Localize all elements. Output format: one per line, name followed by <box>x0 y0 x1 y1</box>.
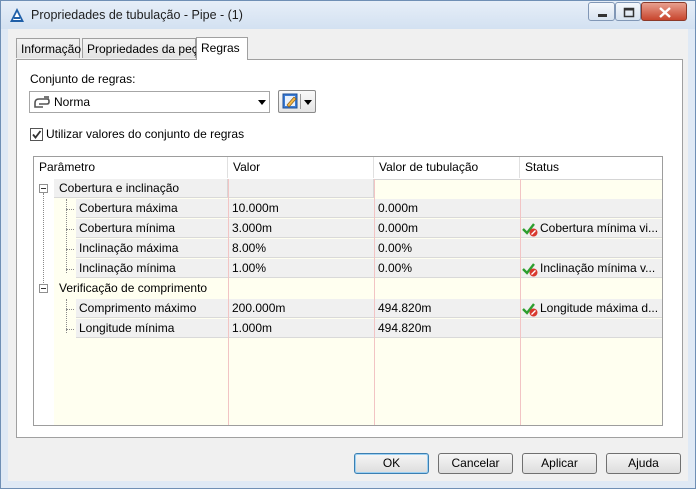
maximize-button[interactable] <box>615 2 641 21</box>
maximize-icon <box>623 7 635 18</box>
check-error-icon <box>522 263 538 277</box>
status-cell: Inclinação mínima v... <box>521 259 662 278</box>
tab-regras[interactable]: Regras <box>196 37 248 60</box>
pipe-value-cell: 0.000m <box>375 199 520 218</box>
tab-label: Propriedades da peça <box>87 42 205 56</box>
param-cell: Cobertura mínima <box>76 219 228 238</box>
status-cell <box>521 199 662 218</box>
pipe-value-cell: 494.820m <box>375 319 520 338</box>
ruleset-icon <box>34 96 50 108</box>
table-row[interactable]: Cobertura mínima 3.000m 0.000m Cobertura… <box>34 219 662 239</box>
status-text: Cobertura mínima vi... <box>540 221 659 235</box>
group-row-cobertura-inclinacao[interactable]: Cobertura e inclinação <box>34 179 662 199</box>
table-row[interactable]: Inclinação mínima 1.00% 0.00% Inclinação… <box>34 259 662 279</box>
value-cell[interactable]: 1.00% <box>229 259 374 278</box>
pipe-value-cell: 0.000m <box>375 219 520 238</box>
pipe-value-cell: 0.00% <box>375 239 520 258</box>
close-button[interactable] <box>641 2 687 21</box>
checkmark-icon <box>32 130 42 139</box>
check-error-icon <box>522 303 538 317</box>
column-header-status[interactable]: Status <box>520 157 662 178</box>
chevron-down-icon <box>304 100 312 105</box>
status-cell <box>521 239 662 258</box>
ruleset-dropdown[interactable]: Norma <box>29 91 270 113</box>
ruleset-value: Norma <box>54 95 91 109</box>
edit-ruleset-icon <box>282 93 298 109</box>
column-header-valor-tubulacao[interactable]: Valor de tubulação <box>374 157 520 178</box>
pipe-value-cell: 0.00% <box>375 259 520 278</box>
status-cell <box>521 319 662 338</box>
column-header-parametro[interactable]: Parâmetro <box>34 157 228 178</box>
param-cell: Cobertura máxima <box>76 199 228 218</box>
window-title: Propriedades de tubulação - Pipe - (1) <box>31 8 243 22</box>
dialog-client-area: Informação Propriedades da peça Regras C… <box>8 29 688 481</box>
apply-button[interactable]: Aplicar <box>522 453 597 474</box>
group-row-verificacao-comprimento[interactable]: Verificação de comprimento <box>34 279 662 299</box>
autocad-app-icon <box>10 8 24 22</box>
rules-grid: Parâmetro Valor Valor de tubulação Statu… <box>33 156 663 426</box>
edit-ruleset-button[interactable] <box>278 90 316 113</box>
value-cell[interactable]: 8.00% <box>229 239 374 258</box>
help-button[interactable]: Ajuda <box>606 453 681 474</box>
column-header-valor[interactable]: Valor <box>228 157 374 178</box>
use-ruleset-values-checkbox[interactable] <box>30 128 43 141</box>
chevron-down-icon <box>258 100 266 105</box>
pipe-value-cell: 494.820m <box>375 299 520 318</box>
status-text: Longitude máxima d... <box>540 301 659 315</box>
table-row[interactable]: Longitude mínima 1.000m 494.820m <box>34 319 662 339</box>
collapse-toggle[interactable] <box>39 184 48 193</box>
minimize-button[interactable] <box>588 2 615 21</box>
use-ruleset-values-label[interactable]: Utilizar valores do conjunto de regras <box>46 127 244 141</box>
minimize-icon <box>598 14 607 17</box>
table-row[interactable]: Comprimento máximo 200.000m 494.820m Lon… <box>34 299 662 319</box>
tab-propriedades-da-peca[interactable]: Propriedades da peça <box>82 38 204 58</box>
cancel-button[interactable]: Cancelar <box>438 453 513 474</box>
tab-informacao[interactable]: Informação <box>16 38 82 58</box>
ruleset-label: Conjunto de regras: <box>30 72 136 86</box>
param-cell: Inclinação mínima <box>76 259 228 278</box>
table-row[interactable]: Inclinação máxima 8.00% 0.00% <box>34 239 662 259</box>
table-row[interactable]: Cobertura máxima 10.000m 0.000m <box>34 199 662 219</box>
status-cell: Longitude máxima d... <box>521 299 662 318</box>
param-cell: Inclinação máxima <box>76 239 228 258</box>
param-cell: Longitude mínima <box>76 319 228 338</box>
grid-header: Parâmetro Valor Valor de tubulação Statu… <box>34 157 662 180</box>
properties-dialog: Propriedades de tubulação - Pipe - (1) I… <box>0 0 696 489</box>
tab-label: Informação <box>21 42 82 56</box>
ok-button[interactable]: OK <box>354 453 429 474</box>
title-bar[interactable]: Propriedades de tubulação - Pipe - (1) <box>1 1 695 29</box>
value-cell[interactable]: 1.000m <box>229 319 374 338</box>
close-icon <box>659 7 671 18</box>
split-separator <box>300 94 301 109</box>
param-cell: Comprimento máximo <box>76 299 228 318</box>
rules-panel: Conjunto de regras: Norma Utilizar valor… <box>16 59 683 438</box>
check-error-icon <box>522 223 538 237</box>
status-text: Inclinação mínima v... <box>540 261 656 275</box>
group-label: Verificação de comprimento <box>59 281 208 295</box>
group-label: Cobertura e inclinação <box>54 179 228 198</box>
value-cell[interactable]: 10.000m <box>229 199 374 218</box>
tab-label: Regras <box>201 41 240 55</box>
status-cell: Cobertura mínima vi... <box>521 219 662 238</box>
group-cell-empty <box>229 179 374 198</box>
value-cell[interactable]: 200.000m <box>229 299 374 318</box>
value-cell[interactable]: 3.000m <box>229 219 374 238</box>
collapse-toggle[interactable] <box>39 284 48 293</box>
